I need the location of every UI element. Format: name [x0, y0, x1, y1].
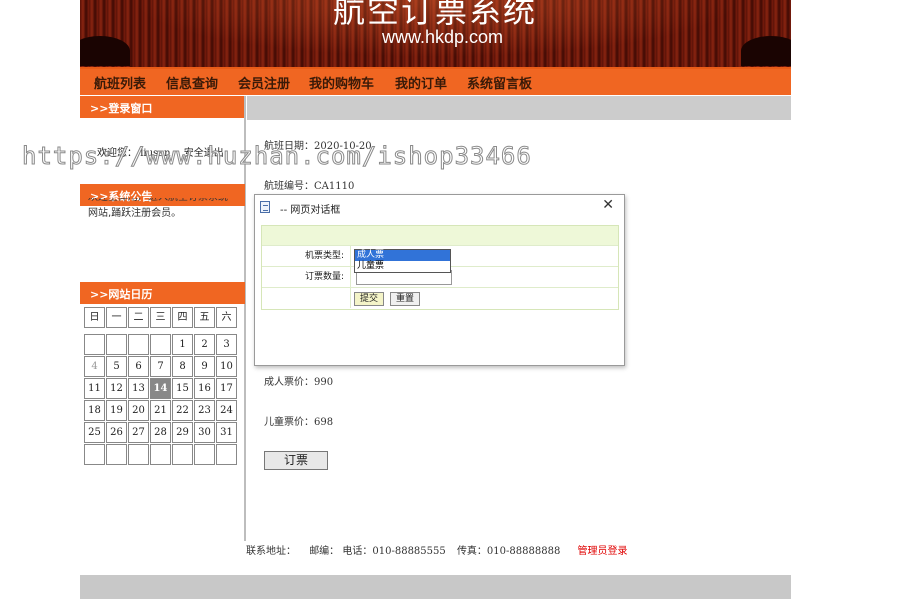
admin-login-link[interactable]: 管理员登录 [578, 546, 628, 557]
calendar-empty-cell [150, 334, 171, 355]
footer-address: 联系地址： [246, 546, 296, 557]
site-banner: 航空订票系统 www.hkdp.com [80, 0, 791, 67]
calendar-empty-cell [84, 444, 105, 465]
nav-flight-list[interactable]: 航班列表 [94, 73, 146, 92]
document-icon [260, 201, 270, 213]
calendar-day: 19 [106, 400, 127, 421]
calendar-day: 4 [84, 356, 105, 377]
calendar-day: 17 [216, 378, 237, 399]
order-button[interactable]: 订票 [264, 451, 328, 470]
calendar-weekday: 一 [106, 307, 127, 328]
banner-ornament-right [741, 36, 791, 66]
nav-register[interactable]: 会员注册 [238, 73, 290, 92]
calendar-day: 5 [106, 356, 127, 377]
calendar-header: >>网站日历 [80, 282, 245, 304]
content-header-bar [247, 96, 791, 120]
footer-fax: 传真：010-88888888 [456, 546, 561, 557]
calendar-day: 26 [106, 422, 127, 443]
calendar-weekday: 四 [172, 307, 193, 328]
close-icon[interactable]: ✕ [602, 197, 614, 213]
calendar-weekday: 日 [84, 307, 105, 328]
calendar-day: 12 [106, 378, 127, 399]
calendar-day: 9 [194, 356, 215, 377]
option-adult[interactable]: 成人票 [355, 250, 450, 261]
adult-price: 成人票价：990 [264, 377, 334, 388]
calendar-day: 25 [84, 422, 105, 443]
footer-phone: 电话：010-88885555 [342, 546, 446, 557]
ticket-type-label: 机票类型: [262, 246, 351, 266]
calendar-day: 21 [150, 400, 171, 421]
calendar-day: 28 [150, 422, 171, 443]
calendar-day: 16 [194, 378, 215, 399]
reset-button[interactable]: 重置 [390, 292, 420, 306]
calendar-empty-cell [106, 444, 127, 465]
calendar-day: 20 [128, 400, 149, 421]
calendar-day: 18 [84, 400, 105, 421]
calendar-empty-cell [128, 444, 149, 465]
calendar-day: 13 [128, 378, 149, 399]
calendar-day: 23 [194, 400, 215, 421]
banner-ornament-left [80, 36, 130, 66]
calendar-day: 3 [216, 334, 237, 355]
calendar-empty-cell [172, 444, 193, 465]
notice-line-1: 欢迎全体用户进入航空订票系统 [88, 198, 240, 206]
main-nav: 航班列表 信息查询 会员注册 我的购物车 我的订单 系统留言板 [80, 67, 791, 95]
calendar-day: 7 [150, 356, 171, 377]
calendar-empty-cell [216, 444, 237, 465]
calendar-day: 6 [128, 356, 149, 377]
footer-postcode: 邮编： [309, 546, 340, 557]
calendar-today: 14 [150, 378, 171, 399]
calendar-empty-cell [194, 444, 215, 465]
calendar-day: 1 [172, 334, 193, 355]
ticket-type-select[interactable]: 成人票 儿童票 [354, 249, 451, 273]
child-price: 儿童票价：698 [264, 417, 334, 428]
flight-number: 航班编号：CA1110 [264, 181, 355, 192]
calendar-weekday: 五 [194, 307, 215, 328]
calendar-weekday: 二 [128, 307, 149, 328]
calendar-day: 15 [172, 378, 193, 399]
calendar-day: 11 [84, 378, 105, 399]
notice-line-2: 网站,踊跃注册会员。 [88, 208, 182, 219]
login-window-header: >>登录窗口 [80, 96, 245, 118]
calendar-day: 31 [216, 422, 237, 443]
page-bottom-bar [80, 575, 791, 599]
notice-body: 欢迎全体用户进入航空订票系统 网站,踊跃注册会员。 [88, 198, 240, 222]
site-url: www.hkdp.com [382, 27, 504, 47]
calendar-day: 29 [172, 422, 193, 443]
ticket-dialog: -- 网页对话框 ✕ 机票类型: 订票数量: 提交 重置 成人票 儿童票 [254, 194, 625, 366]
calendar-day: 30 [194, 422, 215, 443]
nav-cart[interactable]: 我的购物车 [309, 73, 374, 92]
option-child[interactable]: 儿童票 [355, 261, 450, 272]
nav-my-orders[interactable]: 我的订单 [395, 73, 447, 92]
calendar-weekday: 三 [150, 307, 171, 328]
calendar-empty-cell [106, 334, 127, 355]
calendar-day: 27 [128, 422, 149, 443]
calendar-day: 8 [172, 356, 193, 377]
watermark: https://www.huzhan.com/ishop33466 [22, 142, 532, 171]
dialog-title: -- 网页对话框 [280, 205, 341, 216]
nav-info-query[interactable]: 信息查询 [166, 73, 218, 92]
page-footer: 联系地址： 邮编： 电话：010-88885555 传真：010-8888888… [246, 542, 628, 557]
calendar-empty-cell [84, 334, 105, 355]
buttons-row-spacer [262, 288, 351, 308]
calendar-empty-cell [150, 444, 171, 465]
calendar-day: 24 [216, 400, 237, 421]
quantity-label: 订票数量: [262, 267, 351, 287]
nav-message-board[interactable]: 系统留言板 [467, 73, 532, 92]
calendar-day: 2 [194, 334, 215, 355]
calendar-empty-cell [128, 334, 149, 355]
calendar-day: 22 [172, 400, 193, 421]
calendar-weekday: 六 [216, 307, 237, 328]
submit-button[interactable]: 提交 [354, 292, 384, 306]
calendar-day: 10 [216, 356, 237, 377]
form-header-row [262, 226, 618, 246]
buttons-row: 提交 重置 [262, 288, 618, 309]
